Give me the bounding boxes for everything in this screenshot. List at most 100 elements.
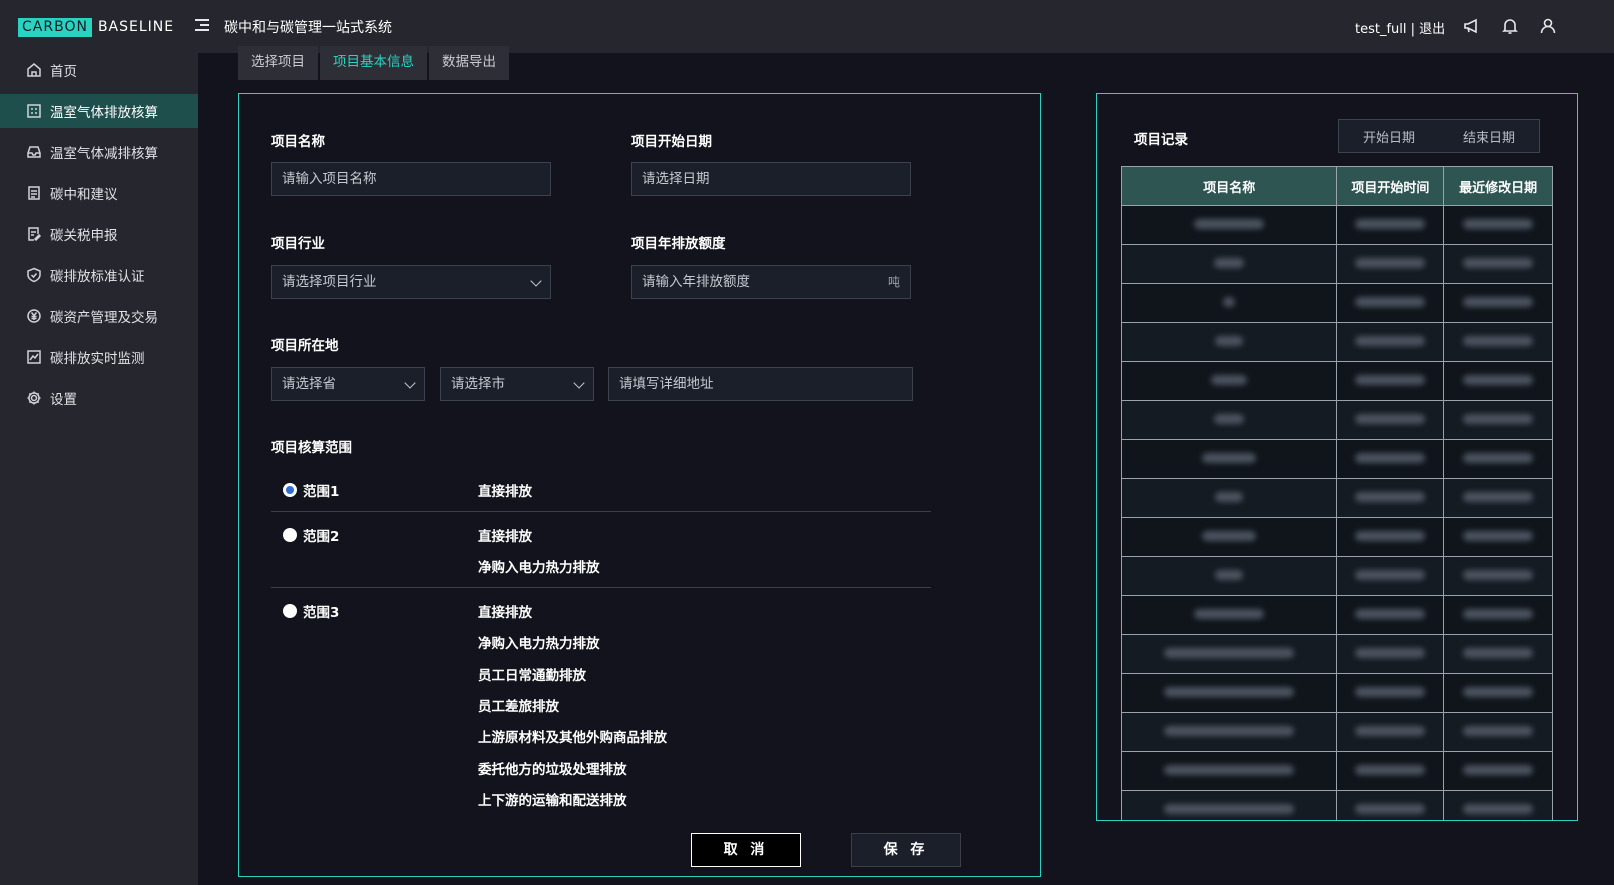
sidebar-item-ghg-reduction[interactable]: 温室气体减排核算: [0, 135, 198, 169]
tab-bar: 选择项目 项目基本信息 数据导出: [238, 46, 511, 80]
industry-select[interactable]: 请选择项目行业: [271, 265, 551, 299]
annual-quota-input[interactable]: 请输入年排放额度 吨: [631, 265, 911, 299]
redacted-value: [1164, 725, 1295, 736]
document-icon: [26, 185, 42, 201]
start-date-picker[interactable]: 请选择日期: [631, 162, 911, 196]
redacted-value: [1194, 218, 1265, 229]
scope2-name: 范围2: [303, 529, 340, 545]
table-row[interactable]: [1120, 439, 1553, 479]
redacted-value: [1463, 686, 1534, 697]
menu-toggle-icon[interactable]: [195, 19, 209, 33]
redacted-value: [1194, 608, 1265, 619]
user-logout-link[interactable]: test_full | 退出: [1355, 18, 1445, 37]
sidebar-item-ghg-emission[interactable]: 温室气体排放核算: [0, 94, 198, 128]
scope1-name: 范围1: [303, 484, 340, 500]
table-cell: [1336, 790, 1445, 820]
sidebar-item-certification[interactable]: 碳排放标准认证: [0, 258, 198, 292]
bell-icon[interactable]: [1500, 16, 1520, 36]
table-cell: [1336, 283, 1445, 323]
table-row[interactable]: [1120, 595, 1553, 635]
start-date-filter[interactable]: 开始日期: [1339, 127, 1439, 146]
sidebar-item-label: 碳排放标准认证: [50, 269, 145, 285]
table-cell: [1443, 400, 1553, 440]
table-cell: [1336, 205, 1445, 245]
shield-check-icon: [26, 267, 42, 283]
table-cell: [1120, 205, 1338, 245]
sidebar-item-asset-trading[interactable]: 碳资产管理及交易: [0, 299, 198, 333]
table-row[interactable]: [1120, 322, 1553, 362]
redacted-value: [1463, 647, 1534, 658]
scope2-radio[interactable]: [283, 528, 297, 542]
address-input[interactable]: 请填写详细地址: [608, 367, 913, 401]
table-row[interactable]: [1120, 400, 1553, 440]
table-cell: [1443, 712, 1553, 752]
table-cell: [1120, 400, 1338, 440]
cancel-button[interactable]: 取 消: [691, 833, 801, 867]
table-row[interactable]: [1120, 283, 1553, 323]
sidebar-item-label: 碳排放实时监测: [50, 351, 145, 367]
table-row[interactable]: [1120, 556, 1553, 596]
save-button[interactable]: 保 存: [851, 833, 961, 867]
table-row[interactable]: [1120, 712, 1553, 752]
table-cell: [1120, 634, 1338, 674]
table-cell: [1120, 517, 1338, 557]
table-cell: [1120, 361, 1338, 401]
table-row[interactable]: [1120, 751, 1553, 791]
redacted-value: [1355, 608, 1426, 619]
redacted-value: [1223, 296, 1236, 307]
table-header-row: 项目名称 项目开始时间 最近修改日期: [1120, 166, 1553, 206]
sidebar-item-monitoring[interactable]: 碳排放实时监测: [0, 340, 198, 374]
table-cell: [1120, 595, 1338, 635]
sidebar-item-home[interactable]: 首页: [0, 53, 198, 87]
redacted-value: [1355, 530, 1426, 541]
city-select[interactable]: 请选择市: [440, 367, 594, 401]
table-cell: [1443, 361, 1553, 401]
province-select[interactable]: 请选择省: [271, 367, 425, 401]
table-row[interactable]: [1120, 205, 1553, 245]
table-cell: [1336, 595, 1445, 635]
table-cell: [1443, 517, 1553, 557]
sidebar-item-settings[interactable]: 设置: [0, 381, 198, 415]
sidebar: 首页 温室气体排放核算 温室气体减排核算 碳中和建议 碳关税申报 碳排放标准认证…: [0, 53, 198, 885]
date-range-picker[interactable]: 开始日期 结束日期: [1338, 119, 1540, 153]
table-row[interactable]: [1120, 790, 1553, 820]
tab-select-project[interactable]: 选择项目: [238, 46, 318, 80]
redacted-value: [1463, 725, 1534, 736]
table-row[interactable]: [1120, 244, 1553, 284]
redacted-value: [1463, 530, 1534, 541]
table-row[interactable]: [1120, 634, 1553, 674]
table-cell: [1336, 517, 1445, 557]
home-icon: [26, 62, 42, 78]
table-row[interactable]: [1120, 517, 1553, 557]
table-cell: [1120, 478, 1338, 518]
table-row[interactable]: [1120, 361, 1553, 401]
table-row[interactable]: [1120, 673, 1553, 713]
table-cell: [1336, 478, 1445, 518]
yuan-circle-icon: [26, 308, 42, 324]
tab-project-info[interactable]: 项目基本信息: [320, 46, 427, 80]
sidebar-item-label: 碳资产管理及交易: [50, 310, 158, 326]
scope-item: 员工日常通勤排放: [478, 668, 586, 684]
gear-icon: [26, 390, 42, 406]
annual-quota-placeholder: 请输入年排放额度: [642, 274, 750, 290]
table-row[interactable]: [1120, 478, 1553, 518]
sidebar-item-neutrality-advice[interactable]: 碳中和建议: [0, 176, 198, 210]
scope3-radio[interactable]: [283, 604, 297, 618]
table-cell: [1443, 751, 1553, 791]
column-header: 项目名称: [1120, 166, 1338, 206]
end-date-filter[interactable]: 结束日期: [1439, 127, 1539, 146]
project-name-input[interactable]: 请输入项目名称: [271, 162, 551, 196]
redacted-value: [1463, 257, 1534, 268]
user-icon[interactable]: [1538, 16, 1558, 36]
redacted-value: [1463, 764, 1534, 775]
chevron-down-icon: [573, 377, 585, 389]
scope1-radio[interactable]: [283, 483, 297, 497]
scope-item: 员工差旅排放: [478, 699, 559, 715]
tab-data-export[interactable]: 数据导出: [429, 46, 509, 80]
redacted-value: [1355, 725, 1426, 736]
redacted-value: [1215, 569, 1244, 580]
sidebar-item-carbon-tariff[interactable]: 碳关税申报: [0, 217, 198, 251]
table-cell: [1120, 439, 1338, 479]
megaphone-icon[interactable]: [1462, 16, 1482, 36]
redacted-value: [1463, 569, 1534, 580]
